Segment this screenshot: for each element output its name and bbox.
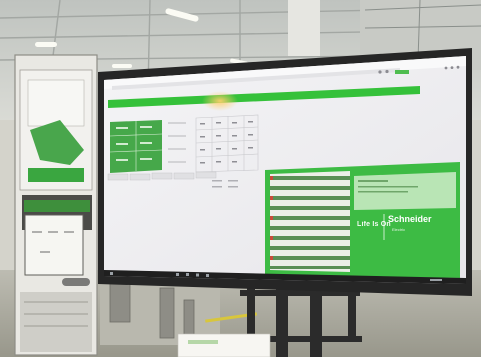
photo-scene: Life Is On Schneider Electric (0, 0, 481, 357)
pillar (288, 0, 320, 56)
paper-strip (188, 340, 218, 344)
right-green-panel (265, 162, 460, 278)
paper-sheet (177, 333, 271, 357)
left-machine (14, 54, 98, 356)
photo-drawing (0, 0, 481, 357)
left-green-panel (109, 120, 163, 173)
green-chip (395, 70, 409, 74)
light-glare (202, 91, 238, 111)
